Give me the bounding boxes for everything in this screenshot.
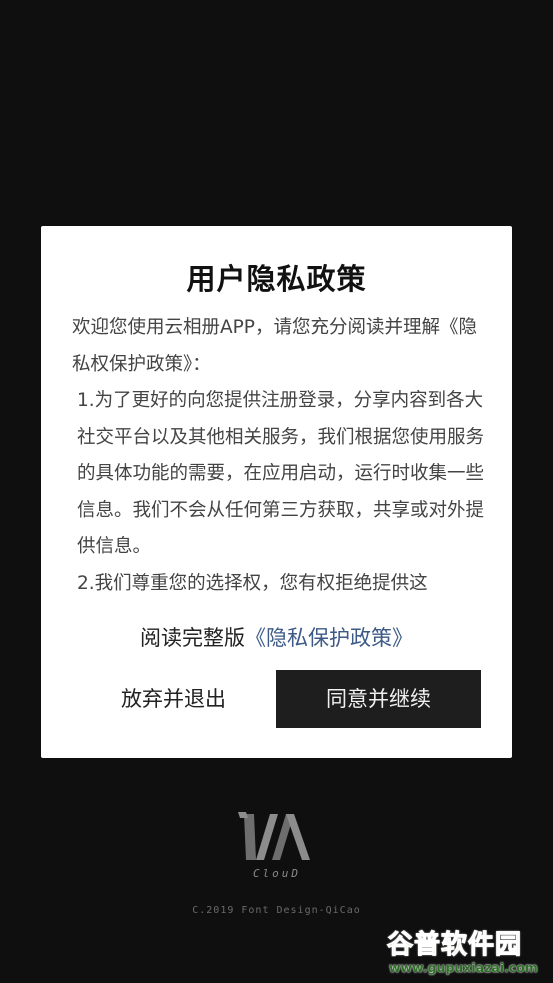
policy-text-scroll-area[interactable]: 欢迎您使用云相册APP，请您充分阅读并理解《隐私权保护政策》： 1.为了更好的向…	[72, 310, 484, 608]
policy-intro-paragraph: 欢迎您使用云相册APP，请您充分阅读并理解《隐私权保护政策》：	[72, 317, 477, 375]
policy-item-2: 2.我们尊重您的选择权，您有权拒绝提供这	[77, 572, 428, 594]
app-screen: 用户隐私政策 欢迎您使用云相册APP，请您充分阅读并理解《隐私权保护政策》： 1…	[0, 0, 553, 983]
logo-wordmark: ClouD	[252, 867, 302, 880]
dialog-title: 用户隐私政策	[186, 262, 367, 296]
cloud-logo-mark-icon	[238, 812, 310, 860]
site-watermark: 谷普软件园 www.gupuxiazai.com	[383, 922, 553, 983]
cloud-logo: ClouD	[236, 808, 318, 888]
watermark-url: www.gupuxiazai.com	[389, 960, 538, 975]
agree-continue-button[interactable]: 同意并继续	[276, 670, 481, 728]
dialog-actions: 放弃并退出 同意并继续	[41, 670, 512, 728]
read-full-policy-line: 阅读完整版《隐私保护政策》	[41, 622, 512, 652]
watermark-title: 谷普软件园	[386, 930, 523, 961]
quit-button[interactable]: 放弃并退出	[71, 670, 276, 728]
read-full-prefix: 阅读完整版	[140, 626, 245, 650]
policy-item-1: 1.为了更好的向您提供注册登录，分享内容到各大社交平台以及其他相关服务，我们根据…	[77, 390, 484, 557]
privacy-policy-link[interactable]: 《隐私保护政策》	[245, 626, 413, 650]
font-credit: C.2019 Font Design-QiCao	[192, 905, 361, 916]
privacy-policy-dialog: 用户隐私政策 欢迎您使用云相册APP，请您充分阅读并理解《隐私权保护政策》： 1…	[41, 226, 512, 758]
